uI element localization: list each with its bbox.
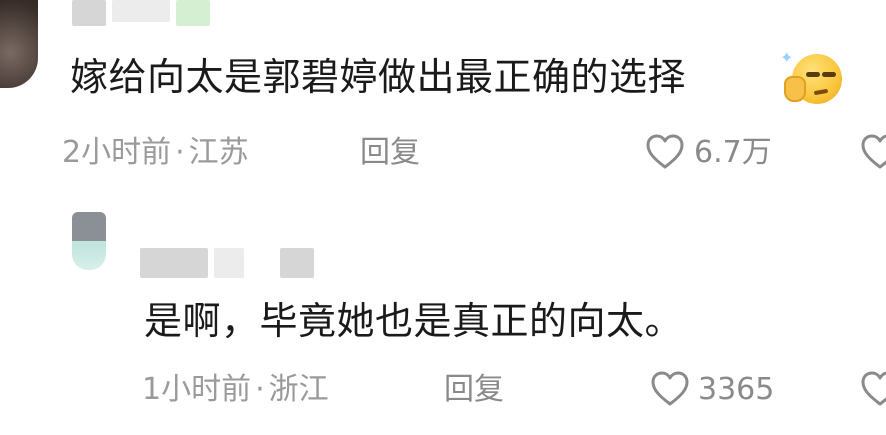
username-blurred (176, 0, 210, 26)
meta-separator: · (255, 372, 265, 407)
meta-separator: · (175, 135, 185, 170)
username-blurred (140, 248, 208, 278)
reply-location: 浙江 (268, 372, 329, 407)
username-blurred (72, 0, 106, 26)
comment-time: 2小时前 (62, 135, 172, 170)
avatar[interactable] (0, 0, 38, 88)
like-count: 3365 (698, 372, 775, 407)
username-blurred (112, 0, 170, 22)
emoji-eye (806, 72, 820, 77)
reply-button[interactable]: 回复 (444, 372, 504, 408)
smirk-thinking-emoji: ✦ (780, 48, 842, 104)
heart-icon-partial[interactable] (860, 133, 886, 171)
reply-button[interactable]: 回复 (360, 135, 420, 171)
comment-meta: 2小时前 · 江苏 (62, 135, 249, 171)
emoji-hand (784, 76, 806, 102)
heart-icon[interactable] (645, 133, 685, 171)
comment-text: 嫁给向太是郭碧婷做出最正确的选择 (70, 55, 687, 99)
reply-meta: 1小时前 · 浙江 (142, 372, 329, 408)
username-blurred (280, 248, 314, 278)
heart-icon-partial[interactable] (860, 370, 886, 408)
comment-location: 江苏 (188, 135, 249, 170)
sparkle-icon: ✦ (780, 48, 794, 67)
reply-time: 1小时前 (142, 372, 252, 407)
heart-icon[interactable] (650, 370, 690, 408)
emoji-mouth (813, 88, 829, 96)
avatar[interactable] (72, 212, 106, 270)
emoji-eye (822, 72, 836, 77)
username-blurred (214, 248, 244, 278)
like-count: 6.7万 (694, 135, 772, 170)
reply-text: 是啊，毕竟她也是真正的向太。 (144, 299, 684, 343)
